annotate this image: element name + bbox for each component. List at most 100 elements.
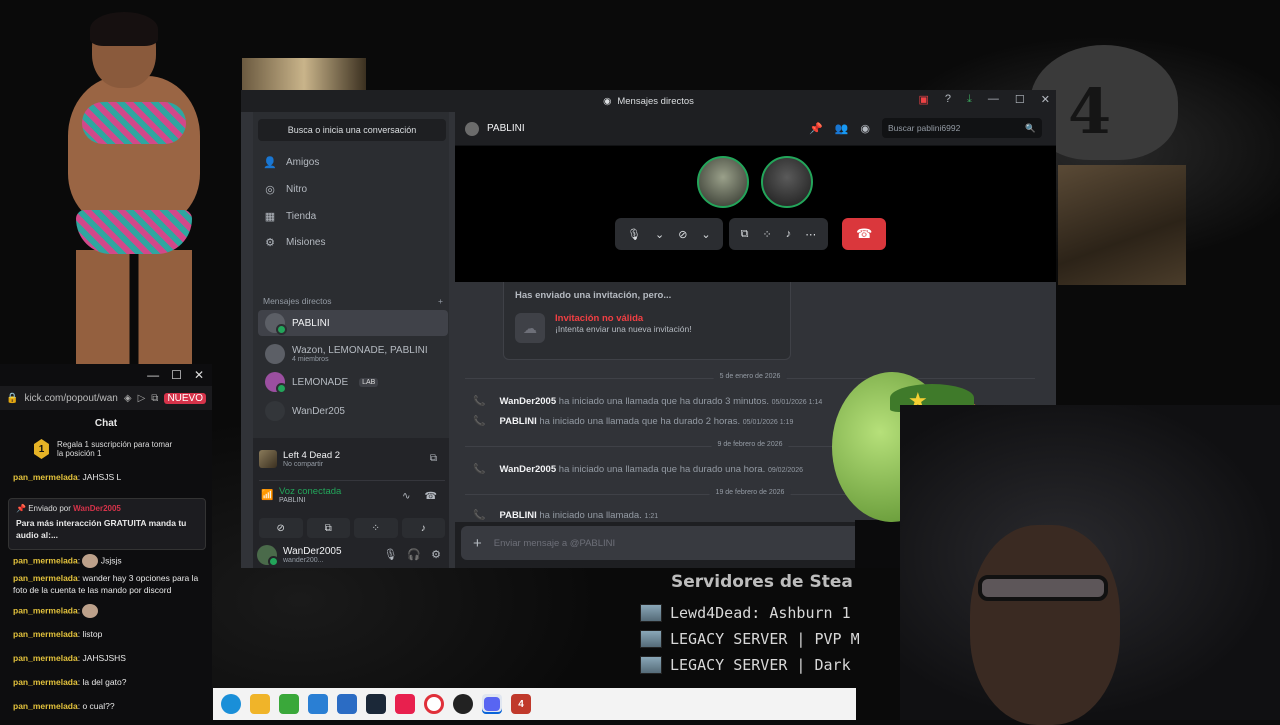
- pin-icon[interactable]: 📌: [809, 122, 823, 135]
- call-timestamp: 05/01/2026 1:19: [742, 419, 794, 426]
- chevron-down-icon: ⌄: [654, 228, 665, 241]
- headphones-icon[interactable]: 🎧: [407, 548, 421, 561]
- tiktok-icon[interactable]: [395, 694, 415, 714]
- chat-message: pan_mermelada: wander hay 3 opciones par…: [13, 573, 199, 595]
- nav-quests[interactable]: ⚙ Misiones: [263, 231, 325, 253]
- site-info-icon[interactable]: 🔒: [6, 393, 18, 404]
- store-icon[interactable]: [308, 694, 328, 714]
- disconnect-icon[interactable]: ☎: [425, 491, 437, 502]
- pinned-message[interactable]: 📌 Enviado por WanDer2005 Para más intera…: [8, 498, 206, 550]
- server-name: Lewd4Dead: Ashburn 1: [670, 604, 851, 622]
- chat-username[interactable]: pan_mermelada: [13, 555, 78, 565]
- call-user[interactable]: WanDer2005: [499, 464, 556, 475]
- stream-game-icon[interactable]: ⧉: [430, 453, 437, 464]
- background-poster: [242, 58, 366, 92]
- shield-icon[interactable]: ◈: [124, 393, 132, 404]
- play-icon[interactable]: ▷: [138, 393, 146, 404]
- discord-taskbar-icon[interactable]: [482, 694, 502, 714]
- add-dm-icon[interactable]: +: [438, 296, 443, 306]
- steam-servers-overlay: Servidores de Stea Lewd4Dead: Ashburn 1 …: [640, 568, 860, 688]
- phone-icon: 📞: [473, 416, 486, 427]
- call-timestamp: 1:21: [644, 513, 659, 520]
- call-timestamp: 05/01/2026 1:14: [771, 399, 823, 406]
- edge-icon[interactable]: [221, 694, 241, 714]
- pinned-by-user[interactable]: WanDer2005: [73, 504, 121, 513]
- minimize-button[interactable]: —: [147, 368, 159, 382]
- call-user[interactable]: PABLINI: [499, 416, 536, 427]
- minecraft-icon[interactable]: [279, 694, 299, 714]
- signal-icon: 📶: [261, 490, 274, 501]
- call-text: ha iniciado una llamada que ha durado un…: [558, 464, 766, 475]
- file-explorer-icon[interactable]: [250, 694, 270, 714]
- maximize-button[interactable]: ☐: [1015, 93, 1025, 106]
- close-button[interactable]: ✕: [1041, 93, 1050, 106]
- chat-username[interactable]: pan_mermelada: [13, 677, 78, 687]
- channel-search-input[interactable]: Buscar pablini6992 🔍: [882, 118, 1042, 138]
- noise-suppression-icon[interactable]: ∿: [402, 491, 410, 502]
- download-icon[interactable]: ⤓: [967, 93, 972, 106]
- chat-username[interactable]: pan_mermelada: [13, 472, 78, 482]
- call-timestamp: 09/02/2026: [767, 467, 803, 474]
- call-user[interactable]: PABLINI: [499, 510, 536, 521]
- streamer-overlay-image: [60, 12, 210, 364]
- call-participant-avatar[interactable]: [697, 156, 749, 208]
- obs-icon[interactable]: [453, 694, 473, 714]
- nav-nitro[interactable]: ◎ Nitro: [263, 178, 307, 200]
- share-screen-button[interactable]: ⧉: [306, 518, 350, 538]
- dm-item-pablini[interactable]: PABLINI: [258, 310, 448, 336]
- invite-embed: Has enviado una invitación, pero... ☁ In…: [503, 282, 791, 360]
- nav-shop[interactable]: ▦ Tienda: [263, 205, 316, 227]
- help-icon[interactable]: ?: [945, 93, 951, 106]
- call-log-entry: 📞 WanDer2005 ha iniciado una llamada que …: [473, 464, 803, 475]
- extension-icon[interactable]: ⧉: [151, 393, 158, 404]
- outlook-icon[interactable]: [337, 694, 357, 714]
- chat-username[interactable]: pan_mermelada: [13, 701, 78, 711]
- profile-icon[interactable]: ◉: [860, 122, 870, 135]
- current-user[interactable]: WanDer2005 wander200... 🎙 🎧 ⚙: [257, 542, 445, 568]
- chat-username[interactable]: pan_mermelada: [13, 605, 78, 615]
- url-text[interactable]: kick.com/popout/wande: [24, 393, 117, 404]
- hang-up-button[interactable]: ☎: [842, 218, 887, 250]
- call-log-entry: 📞 PABLINI ha iniciado una llamada. 1:21: [473, 510, 658, 521]
- dm-item-lemonade[interactable]: LEMONADE LAB: [258, 369, 448, 395]
- close-button[interactable]: ✕: [194, 368, 204, 382]
- shop-icon: ▦: [264, 210, 276, 223]
- gift-sub-leaderboard[interactable]: 1 Regala 1 suscripción para tomar la pos…: [0, 435, 212, 463]
- dm-item-group[interactable]: Wazon, LEMONADE, PABLINI 4 miembros: [258, 341, 448, 367]
- camera-off-button[interactable]: ⊘: [259, 518, 303, 538]
- avatar: [465, 121, 479, 136]
- activities-button[interactable]: ⁘: [354, 518, 398, 538]
- steam-icon[interactable]: [366, 694, 386, 714]
- dm-item-wander205[interactable]: WanDer205: [258, 398, 448, 424]
- left4dead-taskbar-icon[interactable]: 4: [511, 694, 531, 714]
- chat-username[interactable]: pan_mermelada: [13, 629, 78, 639]
- nav-label: Nitro: [286, 183, 308, 195]
- call-user[interactable]: WanDer2005: [499, 396, 556, 407]
- nav-friends[interactable]: 👤 Amigos: [263, 151, 319, 173]
- call-participant-avatar[interactable]: [761, 156, 813, 208]
- new-badge[interactable]: NUEVO: [164, 392, 206, 404]
- chat-username[interactable]: pan_mermelada: [13, 653, 78, 663]
- chat-text: Jsjsjs: [100, 555, 122, 566]
- search-conversation-button[interactable]: Busca o inicia una conversación: [258, 119, 446, 141]
- minimize-button[interactable]: —: [988, 93, 999, 106]
- user-tag: wander200...: [283, 557, 324, 564]
- server-icon: [640, 656, 662, 674]
- mic-control[interactable]: 🎙 ⌄ ⊘ ⌄: [615, 218, 723, 250]
- call-actions[interactable]: ⧉ ⁘ ♪ ⋯: [728, 218, 829, 250]
- chat-username[interactable]: pan_mermelada: [13, 573, 78, 583]
- attach-plus-icon[interactable]: +: [473, 535, 482, 552]
- maximize-button[interactable]: ☐: [171, 368, 182, 382]
- chat-text: JAHSJSHS: [82, 653, 126, 663]
- channel-name: PABLINI: [487, 123, 525, 134]
- channel-header: PABLINI 📌 👥 ◉ Buscar pablini6992 🔍: [455, 112, 1056, 146]
- call-log-entry: 📞 WanDer2005 ha iniciado una llamada que …: [473, 396, 822, 407]
- add-friends-icon[interactable]: 👥: [835, 122, 849, 135]
- soundboard-button[interactable]: ♪: [401, 518, 445, 538]
- microphone-icon[interactable]: 🎙: [383, 548, 397, 561]
- opera-icon[interactable]: [424, 694, 444, 714]
- inbox-icon[interactable]: ▣: [919, 93, 929, 106]
- activity-row[interactable]: Left 4 Dead 2 No compartir ⧉: [259, 444, 445, 474]
- settings-gear-icon[interactable]: ⚙: [431, 548, 441, 561]
- avatar: [265, 401, 285, 421]
